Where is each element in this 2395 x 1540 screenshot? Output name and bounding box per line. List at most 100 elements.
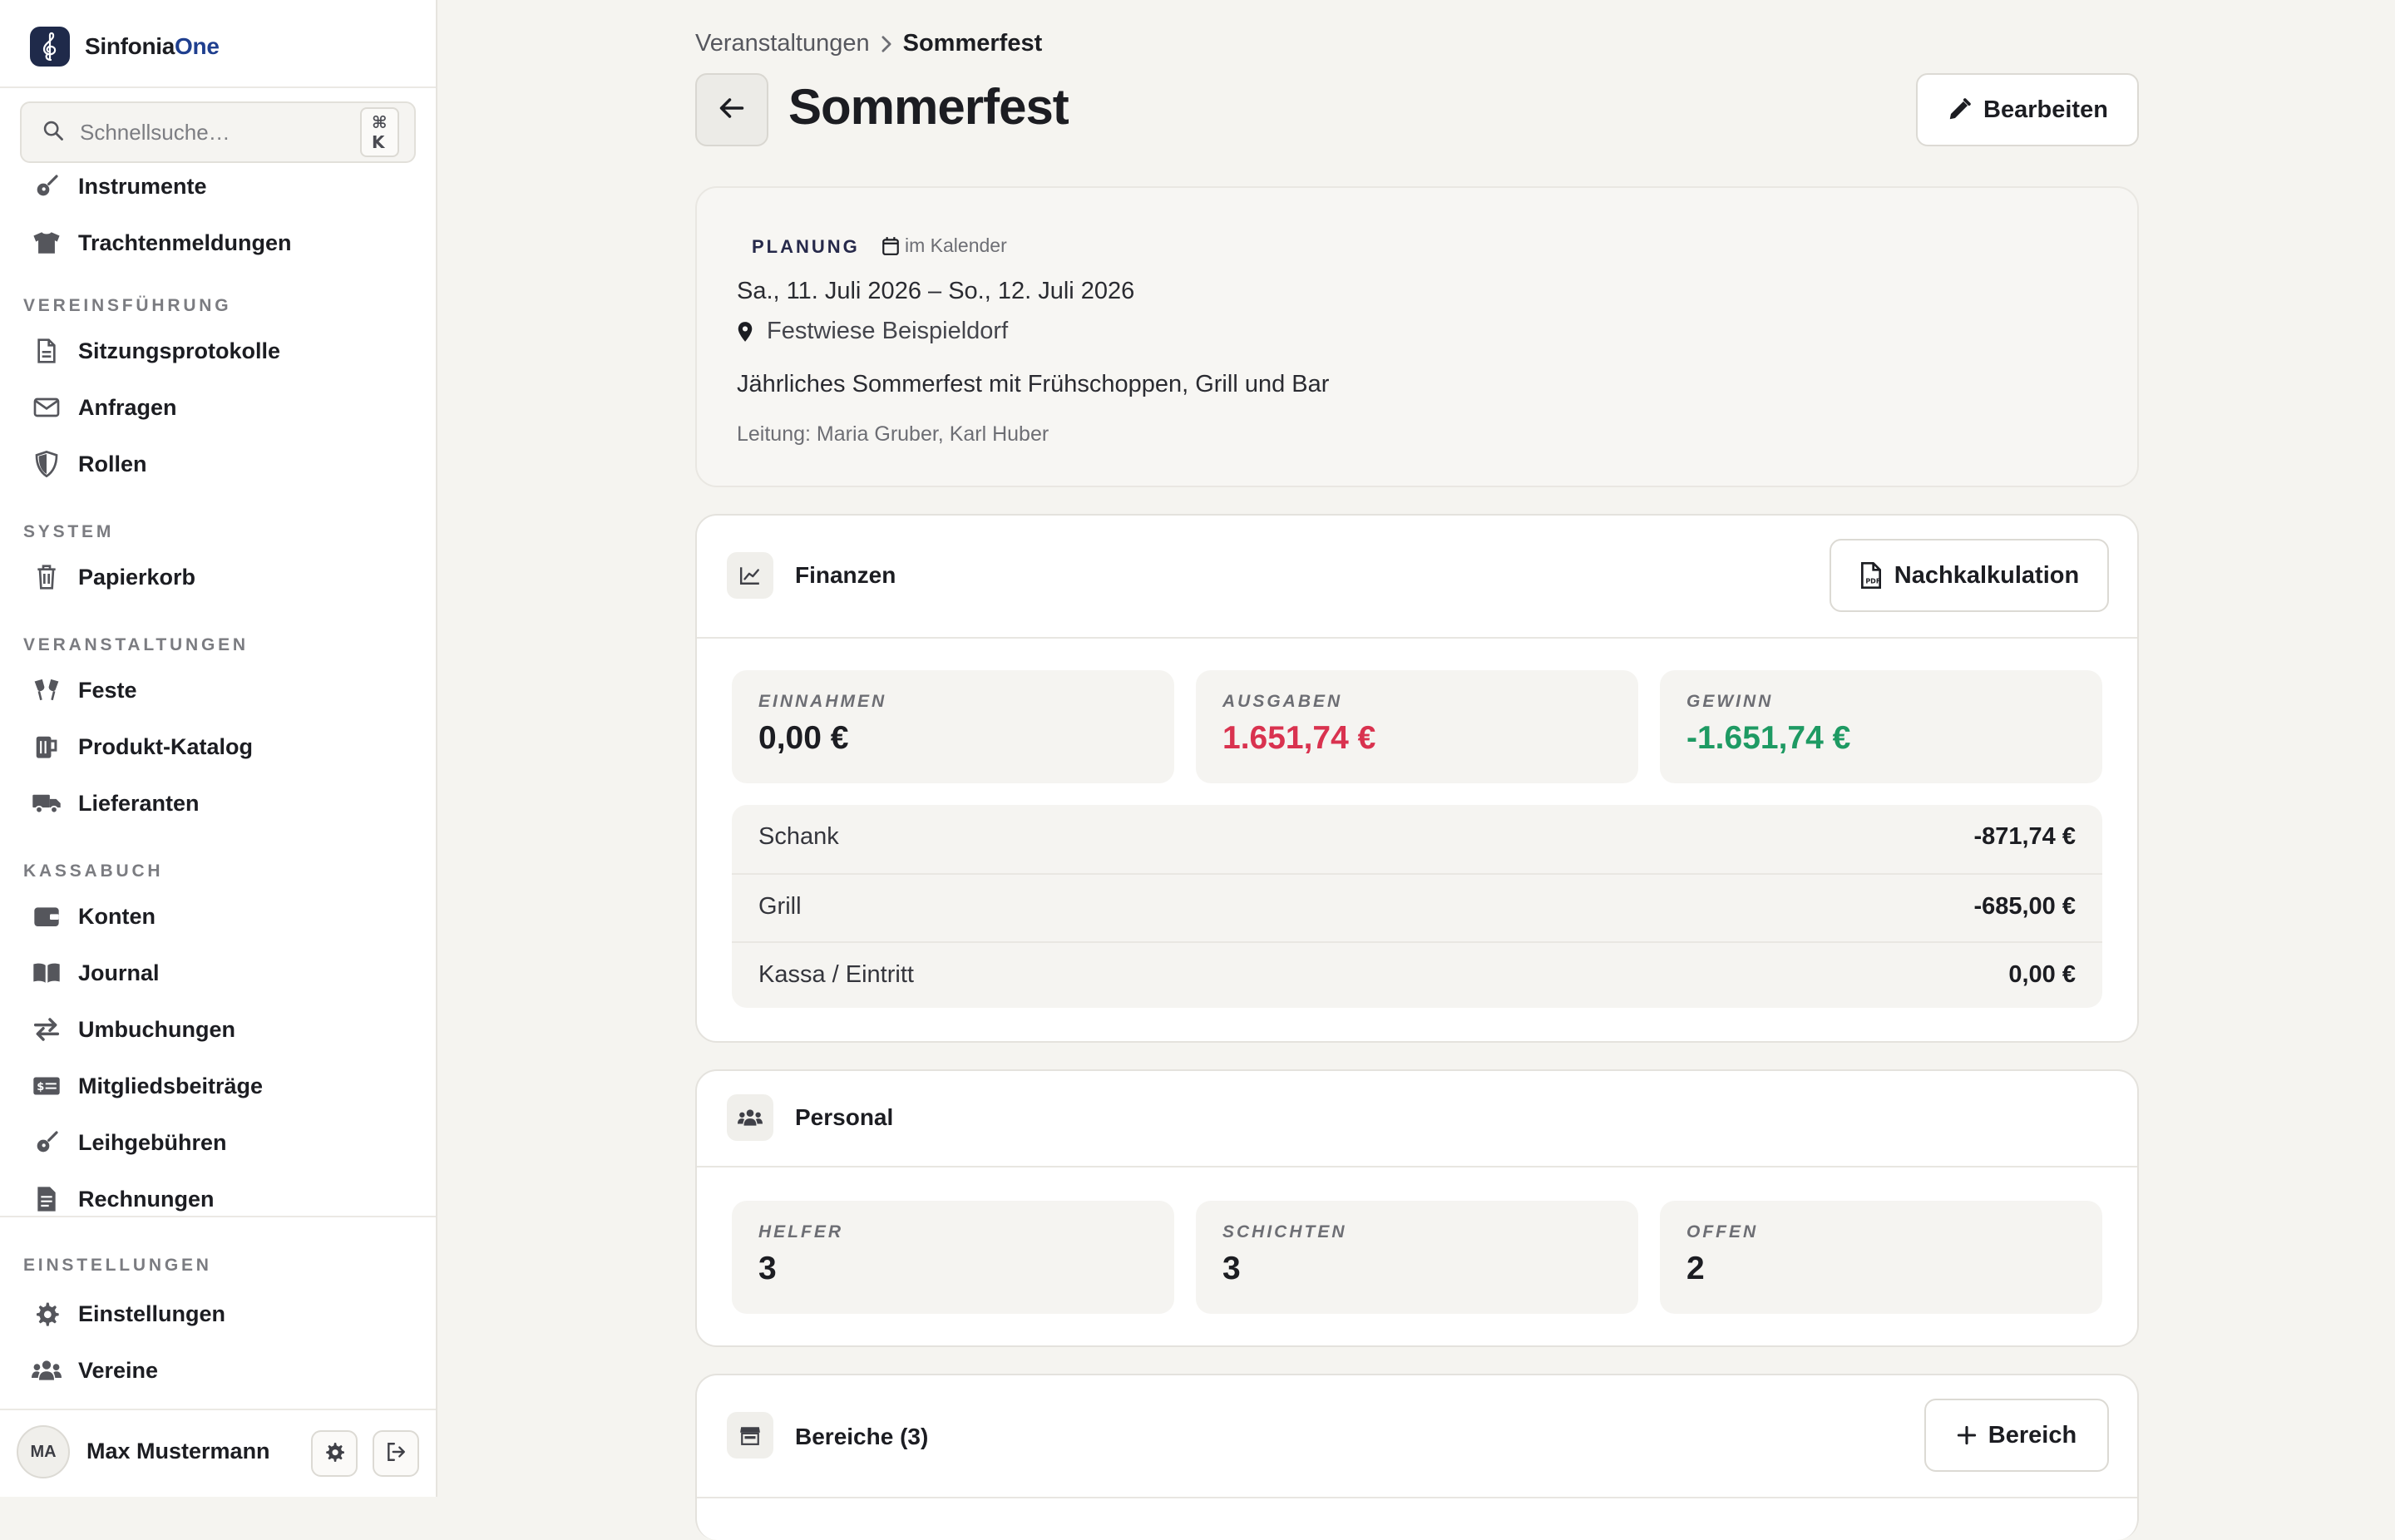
book-icon bbox=[30, 956, 63, 990]
invoice-icon bbox=[30, 1182, 63, 1214]
staff-card: Personal HELFER 3 SCHICHTEN 3 OFFEN 2 bbox=[695, 1069, 2139, 1347]
store-icon bbox=[727, 1412, 773, 1459]
sidebar-item-rechnungen[interactable]: Rechnungen bbox=[20, 1176, 416, 1214]
truck-icon bbox=[30, 787, 63, 820]
sidebar-item-konten[interactable]: Konten bbox=[20, 893, 416, 940]
calendar-icon bbox=[881, 236, 905, 256]
avatar[interactable]: MA bbox=[17, 1425, 70, 1478]
section-title-vereinsfuehrung: VEREINSFÜHRUNG bbox=[23, 296, 232, 315]
event-leadership: Leitung: Maria Gruber, Karl Huber bbox=[737, 422, 1049, 446]
sidebar-item-leihgebuehren[interactable]: Leihgebühren bbox=[20, 1119, 416, 1166]
brand[interactable]: SinfoniaOne bbox=[30, 25, 220, 68]
stat-helpers: HELFER 3 bbox=[732, 1201, 1174, 1314]
shirt-icon bbox=[30, 226, 63, 259]
sidebar-item-papierkorb[interactable]: Papierkorb bbox=[20, 554, 416, 600]
section-title-einstellungen: EINSTELLUNGEN bbox=[23, 1256, 212, 1275]
chevron-right-icon bbox=[880, 35, 893, 53]
gear-icon bbox=[30, 1297, 63, 1330]
section-title-veranstaltungen: VERANSTALTUNGEN bbox=[23, 635, 249, 654]
list-item[interactable]: Kassa / Eintritt 0,00 € bbox=[732, 941, 2102, 1008]
sidebar-item-journal[interactable]: Journal bbox=[20, 950, 416, 996]
edit-button-label: Bearbeiten bbox=[1983, 96, 2108, 123]
divider bbox=[0, 86, 436, 88]
status-badge: PLANUNG bbox=[752, 236, 860, 257]
sidebar-item-lieferanten[interactable]: Lieferanten bbox=[20, 780, 416, 827]
stat-shifts: SCHICHTEN 3 bbox=[1196, 1201, 1638, 1314]
page-title: Sommerfest bbox=[788, 79, 1069, 135]
guitar-icon bbox=[30, 170, 63, 203]
users-icon bbox=[30, 1354, 63, 1387]
gear-icon bbox=[323, 1441, 345, 1467]
event-location: Festwiese Beispieldorf bbox=[737, 318, 1008, 345]
stat-label: EINNAHMEN bbox=[758, 692, 887, 711]
edit-button[interactable]: Bearbeiten bbox=[1916, 73, 2139, 146]
logout-icon bbox=[385, 1441, 407, 1467]
stat-label: GEWINN bbox=[1686, 692, 1774, 711]
wallet-icon bbox=[30, 900, 63, 933]
list-item[interactable]: Grill -685,00 € bbox=[732, 873, 2102, 941]
stat-income: EINNAHMEN 0,00 € bbox=[732, 670, 1174, 783]
areas-title: Bereiche (3) bbox=[795, 1424, 929, 1449]
user-name: Max Mustermann bbox=[86, 1439, 270, 1463]
breadcrumb: Veranstaltungen Sommerfest bbox=[695, 30, 1042, 57]
finances-card: Finanzen PDF Nachkalkulation EINNAHMEN 0… bbox=[695, 514, 2139, 1043]
breadcrumb-link-veranstaltungen[interactable]: Veranstaltungen bbox=[695, 30, 870, 57]
areas-card: Bereiche (3) Bereich bbox=[695, 1374, 2139, 1540]
sidebar-item-produkt-katalog[interactable]: Produkt-Katalog bbox=[20, 723, 416, 770]
add-area-button[interactable]: Bereich bbox=[1924, 1399, 2109, 1472]
app-name: SinfoniaOne bbox=[85, 33, 220, 59]
stat-value: -1.651,74 € bbox=[1686, 720, 1851, 756]
section-title-system: SYSTEM bbox=[23, 522, 115, 541]
transfer-arrows-icon bbox=[30, 1013, 63, 1046]
stat-label: HELFER bbox=[758, 1222, 843, 1241]
money-card-icon: $ bbox=[30, 1069, 63, 1103]
search-icon bbox=[42, 119, 65, 146]
list-item[interactable]: Schank -871,74 € bbox=[732, 805, 2102, 873]
search-input[interactable] bbox=[78, 118, 360, 146]
stat-label: OFFEN bbox=[1686, 1222, 1759, 1241]
finance-breakdown-list: Schank -871,74 € Grill -685,00 € Kassa /… bbox=[732, 805, 2102, 1008]
sidebar-item-sitzungsprotokolle[interactable]: Sitzungsprotokolle bbox=[20, 328, 416, 374]
logout-button[interactable] bbox=[373, 1430, 419, 1477]
section-title-kassabuch: KASSABUCH bbox=[23, 861, 164, 881]
finances-title: Finanzen bbox=[795, 562, 896, 588]
pencil-icon bbox=[1947, 97, 1983, 122]
stat-expenses: AUSGABEN 1.651,74 € bbox=[1196, 670, 1638, 783]
sidebar-item-feste[interactable]: Feste bbox=[20, 667, 416, 713]
sidebar-item-rollen[interactable]: Rollen bbox=[20, 441, 416, 487]
sidebar-item-anfragen[interactable]: Anfragen bbox=[20, 384, 416, 431]
quick-search[interactable]: ⌘ K bbox=[20, 101, 416, 163]
svg-text:PDF: PDF bbox=[1865, 577, 1880, 585]
back-button[interactable] bbox=[695, 73, 768, 146]
event-description: Jährliches Sommerfest mit Frühschoppen, … bbox=[737, 371, 1330, 397]
stat-value: 3 bbox=[758, 1251, 777, 1286]
pdf-file-icon: PDF bbox=[1859, 562, 1894, 589]
calendar-status: im Kalender bbox=[881, 234, 1007, 257]
shield-icon bbox=[30, 447, 63, 481]
users-icon bbox=[727, 1094, 773, 1141]
finances-header: Finanzen PDF Nachkalkulation bbox=[697, 516, 2137, 639]
areas-header: Bereiche (3) Bereich bbox=[697, 1375, 2137, 1498]
sidebar: SinfoniaOne ⌘ K Instrumente Trachtenmeld… bbox=[0, 0, 437, 1497]
sidebar-item-einstellungen[interactable]: Einstellungen bbox=[20, 1291, 416, 1337]
staff-header: Personal bbox=[697, 1071, 2137, 1167]
user-settings-button[interactable] bbox=[311, 1430, 358, 1477]
envelope-icon bbox=[30, 391, 63, 424]
stat-value: 2 bbox=[1686, 1251, 1705, 1286]
sidebar-item-instrumente[interactable]: Instrumente bbox=[20, 163, 416, 210]
glasses-cheers-icon bbox=[30, 674, 63, 707]
sidebar-item-vereine[interactable]: Vereine bbox=[20, 1347, 416, 1394]
sidebar-item-mitgliedsbeitraege[interactable]: $ Mitgliedsbeiträge bbox=[20, 1063, 416, 1109]
document-icon bbox=[30, 334, 63, 368]
staff-title: Personal bbox=[795, 1104, 894, 1130]
event-date-range: Sa., 11. Juli 2026 – So., 12. Juli 2026 bbox=[737, 278, 1135, 304]
divider bbox=[0, 1216, 436, 1217]
sidebar-item-umbuchungen[interactable]: Umbuchungen bbox=[20, 1006, 416, 1053]
nachkalkulation-button[interactable]: PDF Nachkalkulation bbox=[1830, 539, 2109, 612]
mug-icon bbox=[30, 730, 63, 763]
stat-value: 0,00 € bbox=[758, 720, 849, 756]
stat-label: SCHICHTEN bbox=[1222, 1222, 1347, 1241]
user-panel: MA Max Mustermann bbox=[0, 1409, 436, 1497]
stat-label: AUSGABEN bbox=[1222, 692, 1343, 711]
sidebar-item-trachtenmeldungen[interactable]: Trachtenmeldungen bbox=[20, 220, 416, 266]
